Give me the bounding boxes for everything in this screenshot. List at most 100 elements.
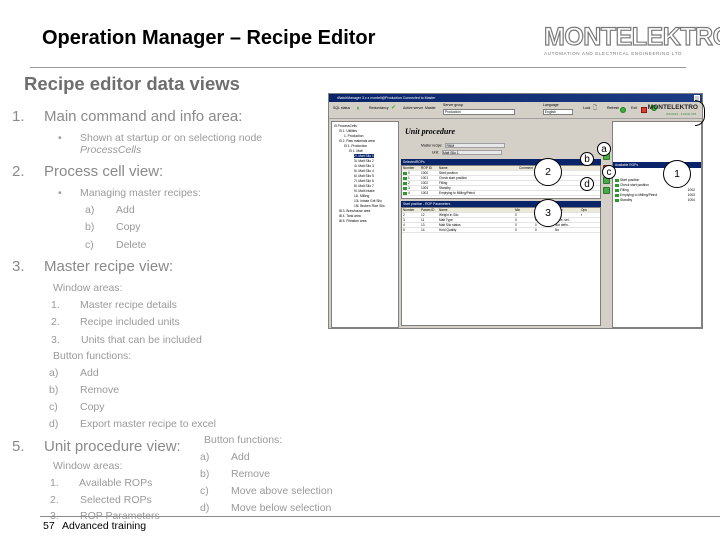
column-header[interactable]: ROP ID xyxy=(420,166,438,170)
column-header[interactable]: Name xyxy=(438,166,518,170)
table-cell: 0 xyxy=(514,228,534,232)
list-marker: c) xyxy=(49,401,58,413)
table-cell: Standby xyxy=(438,186,518,190)
process-cell-tree[interactable]: ⊟ ProcessCells ⊟ 1. Utilities 1. Productio… xyxy=(331,121,399,328)
page-number: 57 xyxy=(43,520,55,532)
refresh-icon[interactable] xyxy=(620,107,626,113)
list-marker: 1. xyxy=(50,477,59,489)
list-marker: a) xyxy=(49,367,59,379)
rop-name-text: Emptying to Milling/Petrol xyxy=(620,193,658,197)
exit-button[interactable]: Exit xyxy=(631,106,637,110)
table-cell xyxy=(580,218,600,222)
table-cell: 12 xyxy=(420,213,438,217)
table-cell: 0 xyxy=(514,223,534,227)
refresh-button[interactable]: Refresh xyxy=(607,106,619,110)
cell-text: 13 xyxy=(421,223,425,227)
tree-node-label: 9i. Malt Intake xyxy=(354,189,375,193)
callout-b: b xyxy=(580,152,594,166)
move-below-button[interactable] xyxy=(603,187,610,194)
list-marker: 2. xyxy=(51,316,60,328)
tree-node-label: ⊟ 1. Malt xyxy=(349,149,363,153)
montelektro-logo: MONTELEKTRO AUTOMATION AND ELECTRICAL EN… xyxy=(543,23,720,56)
logo-brand: MONTELEKTRO xyxy=(543,23,720,51)
table-cell: 3 xyxy=(402,186,420,190)
column-header[interactable]: Param ID xyxy=(420,208,438,212)
rop-parameters-grid[interactable]: NumberParam IDNameMinMaxValueOps212Weigh… xyxy=(401,207,601,326)
available-rops-panel: Available ROPs Start position Check start… xyxy=(612,121,702,328)
server-group-select[interactable]: Production xyxy=(443,109,515,115)
subheading: Window areas: xyxy=(53,460,123,472)
tree-node-label: 11i. Milling xyxy=(354,194,370,198)
language-select[interactable]: English xyxy=(543,109,573,115)
available-rop-id: 1004 xyxy=(687,198,695,202)
cell-text: 0 xyxy=(515,213,517,217)
table-cell: 4 xyxy=(402,223,420,227)
rop-name-text: Check start position xyxy=(620,183,649,187)
lock-button[interactable]: Lock xyxy=(583,106,590,110)
table-cell: 2 xyxy=(402,213,420,217)
available-rop-item[interactable]: Standby 1004 xyxy=(613,198,701,203)
tree-node-label: ⊞ 4. Tank area xyxy=(339,214,361,218)
outline-heading: Master recipe view: xyxy=(44,258,174,275)
list-item: Move below selection xyxy=(231,502,332,514)
list-item: Copy xyxy=(116,221,141,233)
cell-text: 0 xyxy=(408,171,410,175)
column-header[interactable]: Number xyxy=(402,166,420,170)
rop-flag-icon xyxy=(615,188,619,192)
cell-text: Emptying to Milling/Petrol xyxy=(439,191,475,195)
rop-flag-icon xyxy=(403,181,407,185)
outline-bullet: Shown at startup or on selectiong node xyxy=(80,132,263,144)
master-recipe-text: RNM xyxy=(446,144,455,148)
cell-text: 1003 xyxy=(421,191,429,195)
unit-procedure-view: Unit procedure Master recipe: RNM Unit: … xyxy=(401,121,601,328)
list-marker: c) xyxy=(85,239,94,251)
table-row[interactable]: 4 1003 Emptying to Milling/Petrol xyxy=(402,191,600,196)
cell-text: Start position xyxy=(439,171,458,175)
tree-node-label: 1. Production xyxy=(344,134,364,138)
window-title: •BatchManager 3.x.x monteli@Production C… xyxy=(337,96,436,100)
list-item: Available ROPs xyxy=(79,477,153,489)
table-cell: Start position xyxy=(438,171,518,175)
cell-text: Weight in Silo xyxy=(439,213,459,217)
lock-icon[interactable]: 🗋 xyxy=(593,105,597,113)
list-marker: d) xyxy=(200,502,210,514)
column-header[interactable]: Min xyxy=(514,208,534,212)
table-cell: 1000 xyxy=(420,171,438,175)
table-row[interactable]: 5 14 Hold Quality 0 0 No xyxy=(402,228,600,233)
tree-node[interactable]: ⊞ 5. Filtration area xyxy=(334,219,396,224)
list-item: Selected ROPs xyxy=(80,494,152,506)
sql-status-icon: ▮ xyxy=(357,106,359,110)
callout-1: 1 xyxy=(663,160,691,188)
tree-node-label: ⊞ 3. Brewhouse area xyxy=(339,209,371,213)
active-server-value: Master xyxy=(425,106,436,110)
cell-text: 1002 xyxy=(421,181,429,185)
tree-node-label: ⊟ ProcessCells xyxy=(334,124,357,128)
footer-divider xyxy=(40,516,720,517)
sql-status-label: SQL status xyxy=(333,106,351,110)
active-server-label: Active server xyxy=(403,106,424,110)
rop-name-text: Start position xyxy=(620,178,640,182)
list-marker: 2. xyxy=(50,494,59,506)
cell-text: Filling xyxy=(439,181,448,185)
rop-flag-icon xyxy=(615,198,619,202)
column-header[interactable]: Number xyxy=(402,208,420,212)
table-cell: Not defin.. xyxy=(554,223,580,227)
cell-text: 0 xyxy=(515,223,517,227)
list-item: Copy xyxy=(80,401,105,413)
column-header[interactable]: Name xyxy=(438,208,514,212)
column-header[interactable]: Ops xyxy=(580,208,600,212)
cell-text: 1 xyxy=(408,176,410,180)
table-cell xyxy=(518,191,600,195)
exit-icon[interactable] xyxy=(641,107,647,113)
list-item: Add xyxy=(80,367,99,379)
unit-text: Malt Silo 1 xyxy=(442,151,459,155)
tree-node-label: 3i. Malt Silo 2 xyxy=(354,159,374,163)
outline-bullet-italic: ProcessCells xyxy=(80,144,142,156)
outline-number: 1. xyxy=(12,108,25,125)
table-cell xyxy=(580,228,600,232)
page-title: Operation Manager – Recipe Editor xyxy=(42,27,376,49)
list-item: Move above selection xyxy=(231,485,333,497)
table-cell: 0 xyxy=(534,228,554,232)
selected-rops-grid[interactable]: Number ROP ID Name Comment 0 1000 Start positi… xyxy=(401,165,601,199)
tree-node-label: ⊞ 5. Filtration area xyxy=(339,219,367,223)
